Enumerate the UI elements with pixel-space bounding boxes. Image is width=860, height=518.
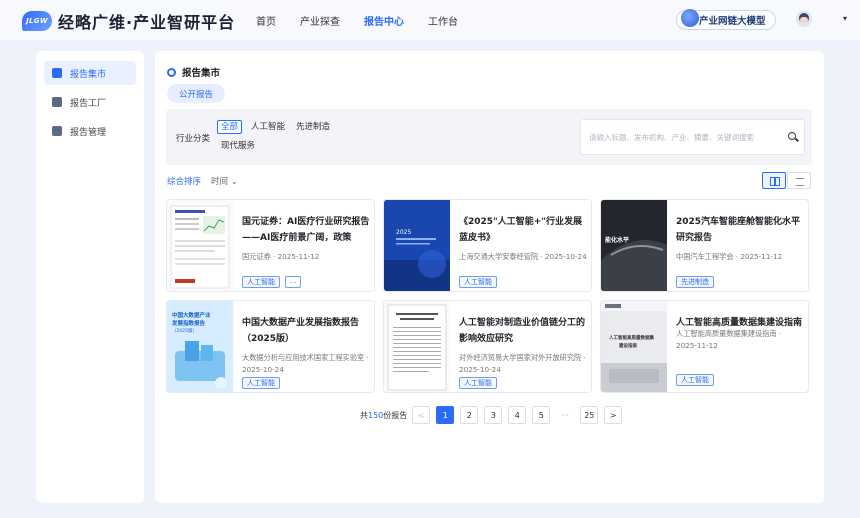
filter-label: 行业分类	[176, 134, 211, 144]
ai-model-label: 产业网链大模型	[699, 16, 766, 27]
folder-icon	[52, 126, 62, 136]
search-icon[interactable]	[788, 132, 796, 140]
prev-page-button[interactable]: <	[412, 406, 431, 424]
nav-home[interactable]: 首页	[256, 13, 276, 28]
logo-mark: JLGW	[22, 11, 52, 31]
sort-time[interactable]: 时间 ⌄	[211, 175, 238, 187]
report-meta: 大数据分析与应用技术国家工程实验室 · 2025-10-24	[242, 353, 369, 374]
link-icon	[167, 67, 176, 77]
industry-tag: 人工智能	[459, 276, 497, 288]
sidebar-item-label: 报告管理	[70, 127, 107, 138]
tab-public-reports[interactable]: 公开报告	[167, 84, 225, 103]
filter-chip-services[interactable]: 现代服务	[218, 139, 258, 153]
sidebar-item-report-market[interactable]: 报告集市	[44, 61, 136, 85]
page-1[interactable]: 1	[436, 406, 455, 424]
user-avatar[interactable]	[796, 11, 812, 27]
search-input[interactable]	[581, 120, 771, 154]
page-25[interactable]: 25	[580, 406, 599, 424]
main-panel: 报告集市 公开报告 行业分类 全部 人工智能 先进制造 现代服务 综合排序 时间…	[155, 51, 824, 503]
report-cover: 能化水平	[601, 200, 667, 291]
top-header: JLGW 经略广维·产业智研平台 首页 产业探查 报告中心 工作台 产业网链大模…	[0, 0, 860, 40]
search-box	[580, 119, 805, 155]
sidebar-item-label: 报告工厂	[70, 98, 107, 109]
sort-comprehensive[interactable]: 综合排序	[167, 175, 201, 187]
report-card[interactable]: 国元证券：AI医疗行业研究报告——AI医疗前景广阔，政策助... 国元证券 · …	[166, 199, 375, 292]
pagination: 共150份报告 < 1 2 3 4 5 ··· 25 >	[360, 406, 628, 424]
industry-tag: 人工智能	[459, 377, 497, 389]
report-card[interactable]: 中国大数据产业 发展指数报告 （2025版） 中国大数据产业发展指数报告（202…	[166, 300, 375, 393]
report-title[interactable]: 中国大数据产业发展指数报告（2025版）	[242, 315, 370, 347]
page-4[interactable]: 4	[508, 406, 527, 424]
report-title[interactable]: 《2025"人工智能+"行业发展蓝皮书》	[459, 214, 587, 246]
filter-chip-manufacturing[interactable]: 先进制造	[293, 120, 333, 134]
page-title: 报告集市	[182, 68, 221, 79]
report-title[interactable]: 国元证券：AI医疗行业研究报告——AI医疗前景广阔，政策助...	[242, 214, 370, 246]
report-card[interactable]: 人工智能对制造业价值链分工的影响效应研究 对外经济贸易大学国家对外开放研究院 ·…	[383, 300, 592, 393]
report-card[interactable]: 能化水平 2025汽车智能座舱智能化水平研究报告 中国汽车工程学会 · 2025…	[600, 199, 809, 292]
report-cover	[167, 200, 233, 291]
grid-view-icon[interactable]	[762, 172, 786, 189]
report-meta: 中国汽车工程学会 · 2025-11-12	[676, 252, 783, 261]
filter-chip-ai[interactable]: 人工智能	[248, 120, 288, 134]
svg-text:中国大数据产业: 中国大数据产业	[172, 311, 211, 319]
report-cover: 2025	[384, 200, 450, 291]
sidebar-item-label: 报告集市	[70, 69, 107, 80]
report-meta: 人工智能高质量数据集建设指南 · 2025-11-12	[676, 329, 782, 350]
sidebar-item-report-management[interactable]: 报告管理	[44, 119, 136, 143]
total-count: 共150份报告	[360, 410, 408, 420]
chevron-down-icon[interactable]: ▾	[843, 14, 847, 23]
filter-chip-all[interactable]: 全部	[217, 120, 243, 134]
industry-tag: 人工智能	[242, 276, 280, 288]
more-tags-button[interactable]: ...	[285, 276, 301, 288]
svg-text:2025: 2025	[396, 229, 411, 236]
sidebar-item-report-factory[interactable]: 报告工厂	[44, 90, 136, 114]
sort-bar: 综合排序 时间 ⌄	[167, 175, 238, 187]
main-nav: 首页 产业探查 报告中心 工作台	[256, 0, 482, 40]
industry-tag: 人工智能	[242, 377, 280, 389]
platform-title: 经略广维·产业智研平台	[58, 13, 236, 32]
filter-bar: 行业分类 全部 人工智能 先进制造 现代服务	[166, 109, 812, 165]
section-title: 报告集市	[167, 65, 220, 79]
list-view-icon[interactable]	[787, 172, 811, 189]
report-cover: 人工智能高质量数据集 建设指南	[601, 301, 667, 392]
report-meta: 上海交通大学安泰经管院 · 2025-10-24	[459, 252, 587, 261]
nav-workbench[interactable]: 工作台	[428, 13, 458, 28]
svg-text:能化水平: 能化水平	[605, 236, 629, 244]
page-5[interactable]: 5	[532, 406, 551, 424]
report-cover	[384, 301, 450, 392]
page-2[interactable]: 2	[460, 406, 479, 424]
report-card[interactable]: 2025 《2025"人工智能+"行业发展蓝皮书》 上海交通大学安泰经管院 · …	[383, 199, 592, 292]
svg-text:建设指南: 建设指南	[618, 342, 637, 349]
robot-icon	[681, 9, 699, 27]
report-cover: 中国大数据产业 发展指数报告 （2025版）	[167, 301, 233, 392]
svg-text:人工智能高质量数据集: 人工智能高质量数据集	[608, 334, 654, 341]
nav-industry-explore[interactable]: 产业探查	[300, 13, 340, 28]
report-meta: 国元证券 · 2025-11-12	[242, 252, 320, 261]
page-3[interactable]: 3	[484, 406, 503, 424]
industry-tag: 人工智能	[676, 374, 714, 386]
chart-icon	[52, 68, 62, 78]
document-icon	[52, 97, 62, 107]
svg-text:发展指数报告: 发展指数报告	[171, 319, 206, 327]
page-ellipsis[interactable]: ···	[556, 406, 575, 424]
svg-text:（2025版）: （2025版）	[172, 327, 197, 334]
logo[interactable]: JLGW 经略广维·产业智研平台	[22, 9, 235, 33]
report-title[interactable]: 2025汽车智能座舱智能化水平研究报告	[676, 214, 804, 246]
next-page-button[interactable]: >	[604, 406, 623, 424]
report-card[interactable]: 人工智能高质量数据集 建设指南 人工智能高质量数据集建设指南 人工智能高质量数据…	[600, 300, 809, 393]
industry-tag: 先进制造	[676, 276, 714, 288]
sidebar: 报告集市 报告工厂 报告管理	[36, 51, 144, 503]
ai-model-button[interactable]: 产业网链大模型	[676, 9, 776, 30]
nav-report-center[interactable]: 报告中心	[364, 13, 404, 28]
report-title[interactable]: 人工智能对制造业价值链分工的影响效应研究	[459, 315, 587, 347]
report-meta: 对外经济贸易大学国家对外开放研究院 · 2025-10-24	[459, 353, 586, 374]
